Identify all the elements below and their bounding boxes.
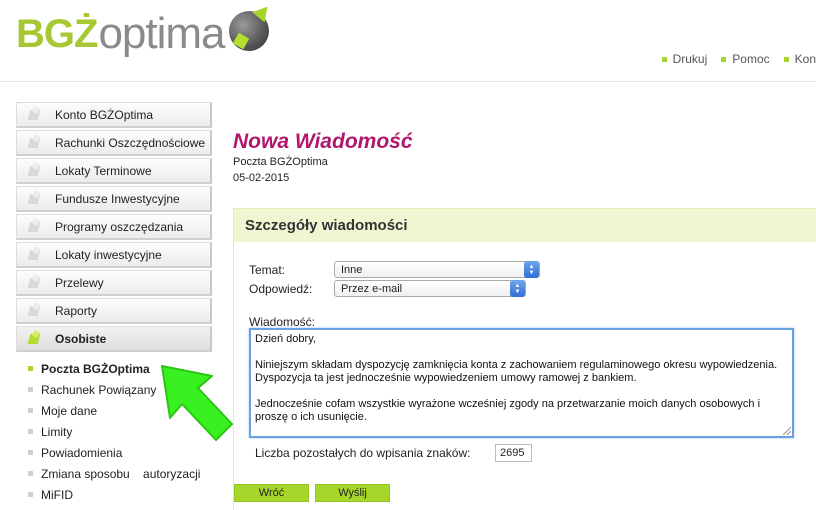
message-textarea[interactable]: Dzień dobry, Niniejszym składam dyspozyc… [249, 328, 794, 438]
contact-link-label: Kon [794, 52, 816, 66]
sidebar-item-fundusze[interactable]: Fundusze Inwestycyjne [16, 186, 212, 212]
bullet-icon [28, 387, 33, 392]
subitem-label: MiFID [41, 487, 73, 502]
sidebar-item-label: Fundusze Inwestycyjne [55, 191, 180, 206]
menu-square-icon [27, 189, 43, 206]
contact-link[interactable]: Kon [783, 52, 816, 66]
subitem-label: Zmiana sposobu autoryzacji [41, 466, 201, 481]
reply-select-value: Przez e-mail [341, 282, 403, 295]
menu-square-icon [27, 105, 43, 122]
back-button[interactable]: Wróć [234, 484, 309, 502]
bullet-icon [28, 471, 33, 476]
message-date: 05-02-2015 [233, 172, 290, 184]
message-label: Wiadomość: [249, 315, 316, 329]
menu-square-icon [27, 133, 43, 150]
subject-select-value: Inne [341, 263, 363, 276]
sidebar-item-label: Osobiste [55, 331, 107, 346]
sidebar-item-lokaty-terminowe[interactable]: Lokaty Terminowe [16, 158, 212, 184]
bullet-icon [661, 56, 667, 62]
subject-select[interactable]: Inne ▲ ▼ [334, 261, 540, 278]
menu-square-icon [27, 301, 43, 318]
bullet-icon [28, 408, 33, 413]
panel-title: Szczegóły wiadomości [234, 209, 816, 242]
subitem-label: Limity [41, 424, 73, 439]
message-details-panel: Szczegóły wiadomości Temat: Inne ▲ ▼ Odpo… [233, 208, 816, 510]
menu-square-icon [27, 245, 43, 262]
select-arrow-icon: ▲ ▼ [524, 261, 539, 278]
resize-handle-icon[interactable] [783, 427, 791, 435]
send-button[interactable]: Wyślij [315, 484, 390, 502]
subitem-mifid[interactable]: MiFID [16, 484, 212, 505]
print-link-label: Drukuj [672, 52, 708, 66]
logo-bgz-text: BGŻ [16, 11, 98, 56]
sidebar-item-programy[interactable]: Programy oszczędzania [16, 214, 212, 240]
menu-square-icon [27, 217, 43, 234]
select-arrow-icon: ▲ ▼ [510, 280, 525, 297]
sidebar-item-label: Lokaty Terminowe [55, 163, 152, 178]
top-links: Drukuj Pomoc Kon [661, 52, 816, 66]
sidebar-item-label: Programy oszczędzania [55, 219, 184, 234]
sidebar-item-label: Przelewy [55, 275, 104, 290]
subitem-label: Powiadomienia [41, 445, 123, 460]
logo-ball-icon [228, 11, 269, 51]
sidebar-item-konto[interactable]: Konto BGŻOptima [16, 102, 212, 128]
menu-square-icon [27, 161, 43, 178]
sidebar-item-label: Lokaty inwestycyjne [55, 247, 162, 262]
sidebar-item-przelewy[interactable]: Przelewy [16, 270, 212, 296]
remaining-chars-field: 2695 [495, 444, 532, 462]
page-title: Nowa Wiadomość [233, 130, 413, 153]
bullet-icon [28, 429, 33, 434]
bullet-icon [28, 450, 33, 455]
sidebar-item-lokaty-inwestycyjne[interactable]: Lokaty inwestycyjne [16, 242, 212, 268]
bullet-icon [783, 56, 789, 62]
message-source: Poczta BGŻOptima [233, 156, 328, 168]
subitem-label: Poczta BGŻOptima [41, 361, 150, 376]
sidebar-item-label: Rachunki Oszczędnościowe [55, 135, 206, 150]
bullet-icon [721, 56, 727, 62]
reply-label: Odpowiedź: [249, 282, 313, 296]
subitem-zmiana-autoryzacji[interactable]: Zmiana sposobu autoryzacji [16, 463, 212, 484]
header: BGŻ optima Drukuj Pomoc Kon [0, 0, 816, 82]
sidebar-item-label: Raporty [55, 303, 98, 318]
green-arrow-icon [161, 365, 233, 441]
sidebar-item-raporty[interactable]: Raporty [16, 298, 212, 324]
subitem-label: Rachunek Powiązany [41, 382, 157, 397]
bgz-optima-logo[interactable]: BGŻ optima [16, 6, 269, 62]
reply-select[interactable]: Przez e-mail ▲ ▼ [334, 280, 526, 297]
sidebar-item-osobiste[interactable]: Osobiste [16, 326, 212, 352]
help-link-label: Pomoc [732, 52, 770, 66]
subject-label: Temat: [249, 263, 286, 277]
help-link[interactable]: Pomoc [721, 52, 770, 66]
bullet-icon [28, 366, 33, 371]
subitem-label: Moje dane [41, 403, 98, 418]
menu-square-icon [27, 273, 43, 290]
sidebar-item-rachunki[interactable]: Rachunki Oszczędnościowe [16, 130, 212, 156]
remaining-chars-label: Liczba pozostałych do wpisania znaków: [255, 446, 471, 460]
sidebar-item-label: Konto BGŻOptima [55, 107, 154, 122]
bullet-icon [28, 492, 33, 497]
print-link[interactable]: Drukuj [661, 52, 708, 66]
logo-optima-text: optima [98, 9, 225, 58]
menu-square-icon [27, 329, 43, 346]
message-text: Dzień dobry, Niniejszym składam dyspozyc… [255, 333, 778, 423]
